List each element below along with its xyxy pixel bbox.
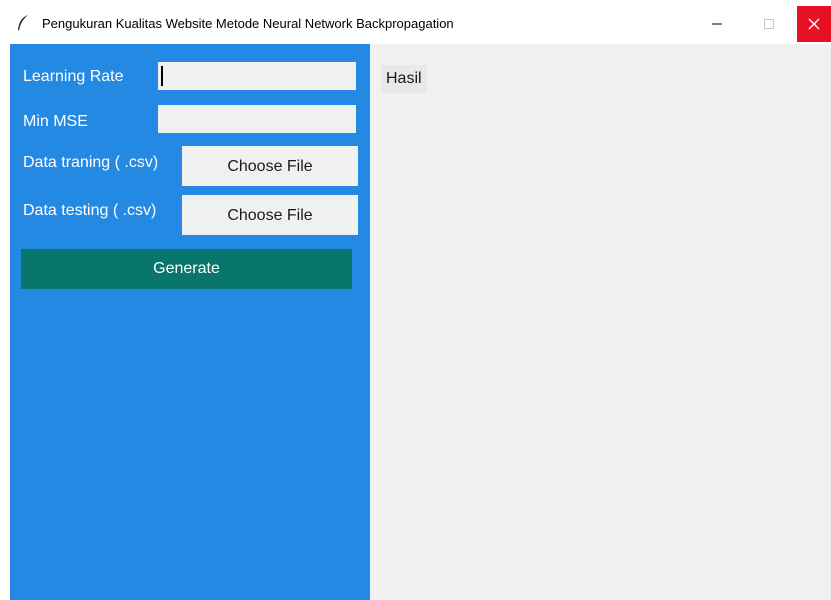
- close-button[interactable]: [797, 6, 831, 42]
- window-title: Pengukuran Kualitas Website Metode Neura…: [42, 16, 454, 31]
- result-panel: Hasil: [370, 44, 831, 600]
- min-mse-label: Min MSE: [23, 113, 88, 130]
- min-mse-input[interactable]: [158, 105, 356, 133]
- generate-button[interactable]: Generate: [21, 249, 352, 289]
- learning-rate-field-wrap: [158, 62, 356, 90]
- title-bar[interactable]: Pengukuran Kualitas Website Metode Neura…: [0, 0, 831, 44]
- app-window: Pengukuran Kualitas Website Metode Neura…: [0, 0, 831, 600]
- text-caret: [161, 66, 163, 86]
- learning-rate-input[interactable]: [158, 62, 356, 90]
- result-label: Hasil: [381, 65, 427, 93]
- data-training-label: Data traning ( .csv): [23, 154, 159, 171]
- close-icon: [808, 18, 820, 30]
- minimize-icon: [712, 23, 722, 25]
- minimize-button[interactable]: [700, 6, 734, 42]
- choose-training-file-button[interactable]: Choose File: [182, 146, 358, 186]
- maximize-button[interactable]: [752, 6, 786, 42]
- choose-testing-file-button[interactable]: Choose File: [182, 195, 358, 235]
- maximize-icon: [764, 19, 774, 29]
- feather-icon: [18, 14, 29, 32]
- input-panel: Learning Rate Min MSE Data traning ( .cs…: [10, 44, 370, 600]
- data-testing-label: Data testing ( .csv): [23, 202, 157, 219]
- learning-rate-label: Learning Rate: [23, 68, 124, 85]
